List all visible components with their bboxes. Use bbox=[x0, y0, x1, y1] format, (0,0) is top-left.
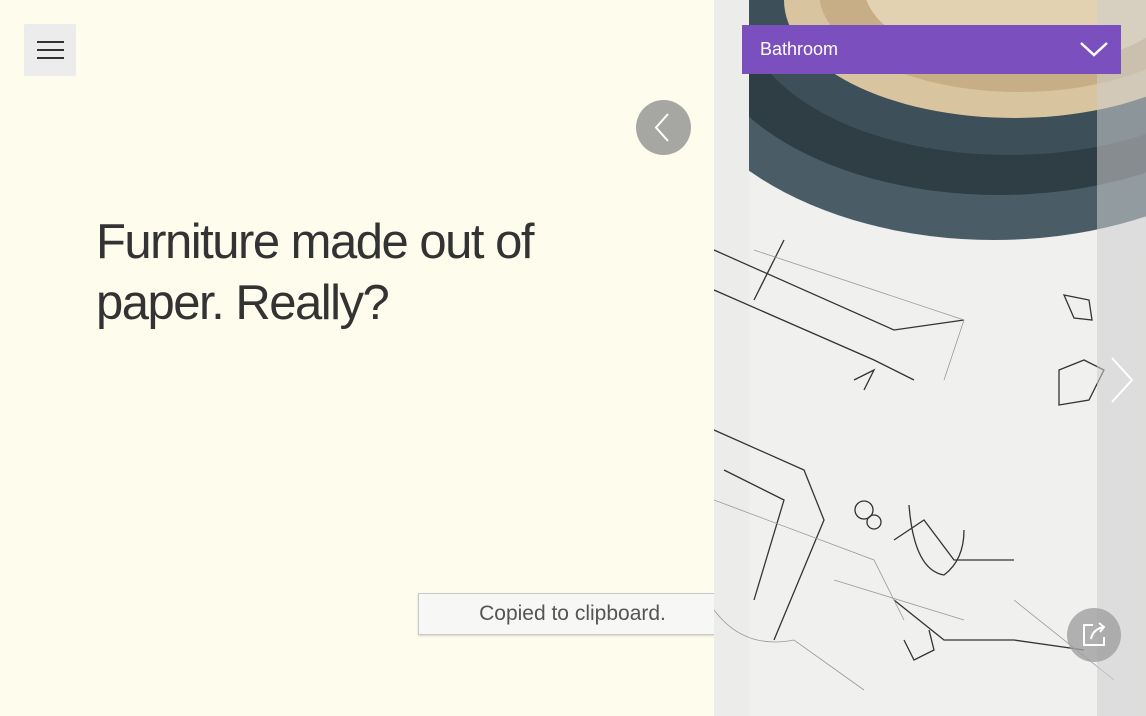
category-dropdown[interactable]: Bathroom bbox=[742, 25, 1121, 74]
chevron-right-icon bbox=[1111, 357, 1134, 403]
previous-button[interactable] bbox=[636, 100, 691, 155]
toast-message: Copied to clipboard. bbox=[479, 602, 666, 625]
share-button[interactable] bbox=[1067, 608, 1121, 662]
share-icon bbox=[1083, 622, 1106, 646]
menu-button[interactable] bbox=[24, 24, 76, 76]
category-selected-label: Bathroom bbox=[760, 39, 839, 59]
chevron-down-icon bbox=[1080, 42, 1108, 57]
clipboard-toast: Copied to clipboard. bbox=[418, 593, 727, 635]
chevron-left-icon bbox=[654, 113, 669, 142]
next-button[interactable] bbox=[1098, 350, 1144, 410]
article-headline: Furniture made out of paper. Really? bbox=[96, 215, 534, 330]
article-panel: Furniture made out of paper. Really? Cop… bbox=[0, 0, 727, 716]
